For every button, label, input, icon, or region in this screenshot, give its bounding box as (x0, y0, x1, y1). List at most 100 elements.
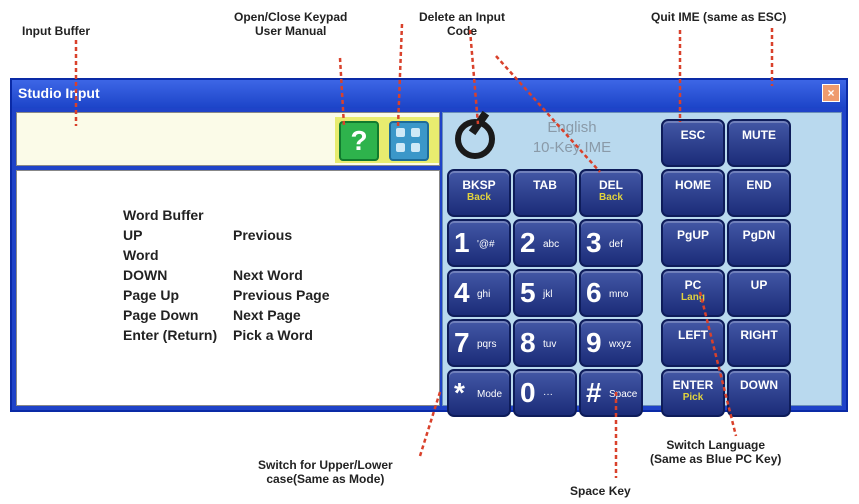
key-right[interactable]: RIGHT (727, 319, 791, 367)
key-left[interactable]: LEFT (661, 319, 725, 367)
key-main-label: HOME (675, 178, 711, 192)
key-main-label: PgUP (676, 228, 709, 242)
help-desc: Previous (233, 227, 293, 243)
key-bksp[interactable]: BKSP Back (447, 169, 511, 217)
word-buffer-title: Word Buffer (123, 207, 204, 223)
key-main-label: 3 (586, 227, 602, 258)
annotation-line: Switch Language (666, 438, 766, 452)
mode-type-label: 10-Key IME (532, 139, 612, 156)
annotation-input-buffer: Input Buffer (22, 24, 90, 38)
window-title: Studio Input (18, 85, 100, 101)
help-row: Enter (Return) Pick a Word (123, 327, 313, 343)
key-sub-label: ghi (477, 289, 491, 300)
key-sub-label: pqrs (477, 339, 497, 350)
help-row: DOWN Next Word (123, 267, 303, 283)
help-row: Page Up Previous Page (123, 287, 330, 303)
annotation-line: Delete an Input (419, 10, 506, 24)
key-5[interactable]: 5 jkl (513, 269, 577, 317)
key-pgdn[interactable]: PgDN (727, 219, 791, 267)
key-0[interactable]: 0 ··· (513, 369, 577, 417)
key-sub-label: wxyz (609, 339, 632, 350)
key-main-label: UP (750, 278, 768, 292)
help-key: Enter (Return) (123, 327, 218, 343)
key-4[interactable]: 4 ghi (447, 269, 511, 317)
help-desc: Previous Page (233, 287, 330, 303)
annotation-line: Switch for Upper/Lower (258, 458, 393, 472)
key-main-label: 8 (520, 327, 536, 358)
key-sub-label: jkl (543, 289, 553, 300)
mode-language-label: English (547, 119, 597, 136)
key-sub-label: Pick (682, 392, 704, 403)
key-8[interactable]: 8 tuv (513, 319, 577, 367)
key-hash[interactable]: # Space (579, 369, 643, 417)
annotation-delete-code: Delete an Input Code (419, 10, 505, 38)
key-main-label: 9 (586, 327, 602, 358)
help-key: Page Up (123, 287, 180, 303)
key-6[interactable]: 6 mno (579, 269, 643, 317)
key-esc[interactable]: ESC (661, 119, 725, 167)
close-button[interactable]: × (822, 84, 840, 102)
key-sub-label: def (609, 239, 623, 250)
help-row: UP Previous (123, 227, 292, 243)
key-up[interactable]: UP (727, 269, 791, 317)
key-sub-label: Back (599, 192, 623, 203)
key-home[interactable]: HOME (661, 169, 725, 217)
key-7[interactable]: 7 pqrs (447, 319, 511, 367)
key-sub-label: tuv (543, 339, 557, 350)
key-main-label: END (746, 178, 772, 192)
key-sub-label: Lang (681, 292, 705, 303)
key-mute[interactable]: MUTE (727, 119, 791, 167)
key-main-label: 7 (454, 327, 470, 358)
key-main-label: 5 (520, 277, 536, 308)
key-main-label: PC (684, 278, 702, 292)
key-sub-label: Space (609, 389, 638, 400)
word-buffer[interactable]: Word Buffer UP Previous Word DOWN Next Word P… (16, 170, 440, 406)
key-end[interactable]: END (727, 169, 791, 217)
key-9[interactable]: 9 wxyz (579, 319, 643, 367)
help-key: Word (123, 247, 159, 263)
ime-logo-icon (455, 119, 495, 159)
key-main-label: MUTE (742, 128, 776, 142)
key-main-label: BKSP (462, 178, 496, 192)
annotation-line: Open/Close Keypad (234, 10, 348, 24)
annotation-line: (Same as Blue PC Key) (650, 452, 782, 466)
key-del[interactable]: DEL Back (579, 169, 643, 217)
ime-window: Studio Input × ? Word Buffer UP Previous W… (10, 78, 848, 417)
annotation-line: User Manual (255, 24, 327, 38)
key-main-label: 1 (454, 227, 470, 258)
key-pc[interactable]: PC Lang (661, 269, 725, 317)
key-sub-label: Mode (477, 389, 503, 400)
key-sub-label: ··· (543, 389, 553, 400)
key-main-label: 6 (586, 277, 602, 308)
key-2[interactable]: 2 abc (513, 219, 577, 267)
question-icon: ? (350, 125, 368, 156)
key-tab[interactable]: TAB (513, 169, 577, 217)
key-main-label: 4 (454, 277, 470, 308)
annotation-space-key: Space Key (570, 484, 631, 498)
help-key: Page Down (123, 307, 199, 323)
user-manual-button[interactable]: ? (339, 121, 379, 161)
key-sub-label: mno (609, 289, 629, 300)
key-main-label: DEL (599, 178, 623, 192)
key-1[interactable]: 1 '@# (447, 219, 511, 267)
input-buffer[interactable]: ? (16, 112, 440, 166)
key-main-label: 0 (520, 377, 536, 408)
key-sub-label: '@# (477, 239, 495, 250)
title-bar[interactable]: Studio Input × (12, 80, 846, 108)
key-3[interactable]: 3 def (579, 219, 643, 267)
help-key: DOWN (123, 267, 168, 283)
key-enter[interactable]: ENTER Pick (661, 369, 725, 417)
key-star[interactable]: * Mode (447, 369, 511, 417)
key-down[interactable]: DOWN (727, 369, 791, 417)
key-pgup[interactable]: PgUP (661, 219, 725, 267)
help-desc: Next Word (233, 267, 303, 283)
key-main-label: RIGHT (740, 328, 778, 342)
help-row: Page Down Next Page (123, 307, 301, 323)
annotation-upper-lower: Switch for Upper/Lower case(Same as Mode… (258, 458, 393, 486)
keypad-toggle-button[interactable] (389, 121, 429, 161)
key-main-label: ESC (680, 128, 706, 142)
annotation-line: case(Same as Mode) (266, 472, 385, 486)
key-main-label: ENTER (672, 378, 714, 392)
help-desc: Pick a Word (233, 327, 313, 343)
help-desc: Next Page (233, 307, 301, 323)
